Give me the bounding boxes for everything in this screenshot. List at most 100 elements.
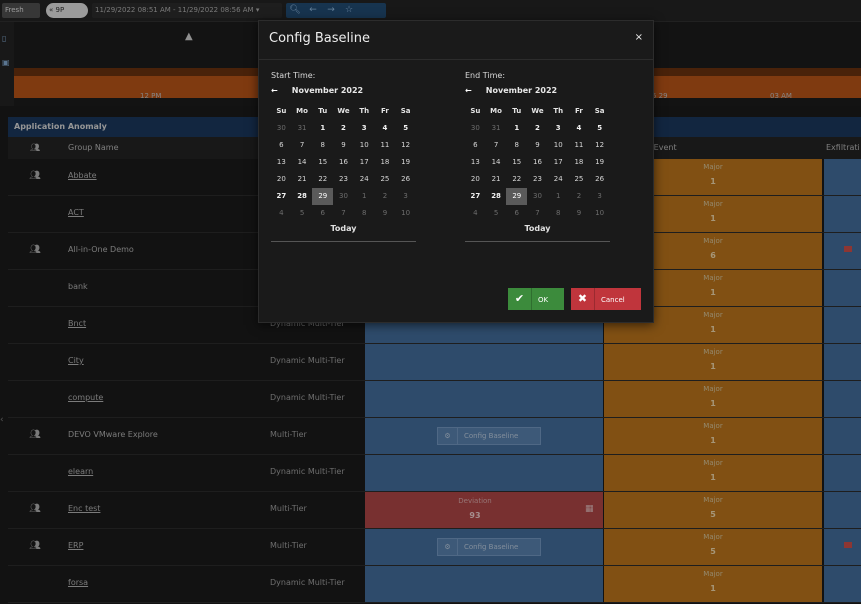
calendar-day[interactable]: 17 xyxy=(548,154,569,171)
month-label[interactable]: November 2022 xyxy=(292,86,363,95)
calendar-day[interactable]: 2 xyxy=(569,188,590,205)
calendar-day[interactable]: 23 xyxy=(333,171,354,188)
calendar-day[interactable]: 6 xyxy=(506,205,527,222)
calendar-day[interactable]: 11 xyxy=(375,137,396,154)
calendar-day[interactable]: 27 xyxy=(465,188,486,205)
calendar-day[interactable]: 1 xyxy=(354,188,375,205)
calendar-day[interactable]: 30 xyxy=(465,120,486,137)
calendar-day[interactable]: 16 xyxy=(333,154,354,171)
calendar-day[interactable]: 20 xyxy=(271,171,292,188)
calendar-day[interactable]: 5 xyxy=(395,120,416,137)
close-icon[interactable]: × xyxy=(635,32,643,43)
calendar-day[interactable]: 14 xyxy=(486,154,507,171)
calendar-day[interactable]: 31 xyxy=(486,120,507,137)
month-nav: ← November 2022 xyxy=(465,86,610,100)
month-label[interactable]: November 2022 xyxy=(486,86,557,95)
calendar-day[interactable]: 13 xyxy=(271,154,292,171)
calendar-day[interactable]: 1 xyxy=(506,120,527,137)
calendar-day[interactable]: 23 xyxy=(527,171,548,188)
weekday-label: Fr xyxy=(575,107,583,115)
calendar-day[interactable]: 12 xyxy=(395,137,416,154)
calendar-day[interactable]: 6 xyxy=(271,137,292,154)
calendar-day[interactable]: 11 xyxy=(569,137,590,154)
today-button[interactable]: Today xyxy=(271,224,416,233)
prev-month-icon[interactable]: ← xyxy=(465,86,483,95)
calendar-day[interactable]: 7 xyxy=(292,137,313,154)
calendar-day[interactable]: 10 xyxy=(589,205,610,222)
calendar-day[interactable]: 25 xyxy=(375,171,396,188)
calendar-day[interactable]: 10 xyxy=(395,205,416,222)
calendar-day[interactable]: 3 xyxy=(354,120,375,137)
checkmark-icon: ✔ xyxy=(508,288,532,310)
calendar-day[interactable]: 8 xyxy=(354,205,375,222)
start-time-label: Start Time: xyxy=(271,71,316,80)
calendar-day[interactable]: 28 xyxy=(292,188,313,205)
calendar-day[interactable]: 30 xyxy=(527,188,548,205)
calendar-day[interactable]: 3 xyxy=(548,120,569,137)
end-time-label: End Time: xyxy=(465,71,506,80)
calendar-day[interactable]: 31 xyxy=(292,120,313,137)
calendar-day[interactable]: 21 xyxy=(486,171,507,188)
calendar-day[interactable]: 27 xyxy=(271,188,292,205)
calendar-day[interactable]: 7 xyxy=(333,205,354,222)
calendar-day[interactable]: 21 xyxy=(292,171,313,188)
calendar-day[interactable]: 15 xyxy=(312,154,333,171)
calendar-day[interactable]: 2 xyxy=(333,120,354,137)
calendar-day[interactable]: 19 xyxy=(395,154,416,171)
calendar-day[interactable]: 7 xyxy=(527,205,548,222)
calendar-day[interactable]: 29 xyxy=(506,188,528,205)
calendar-day[interactable]: 6 xyxy=(312,205,333,222)
ok-button[interactable]: ✔ OK xyxy=(508,288,564,310)
calendar-day[interactable]: 25 xyxy=(569,171,590,188)
calendar-day[interactable]: 4 xyxy=(465,205,486,222)
calendar-day[interactable]: 20 xyxy=(465,171,486,188)
calendar-day[interactable]: 3 xyxy=(395,188,416,205)
calendar-day[interactable]: 4 xyxy=(569,120,590,137)
calendar-day[interactable]: 4 xyxy=(375,120,396,137)
calendar-day[interactable]: 26 xyxy=(395,171,416,188)
calendar-day[interactable]: 14 xyxy=(292,154,313,171)
calendar-day[interactable]: 9 xyxy=(569,205,590,222)
calendar-day[interactable]: 7 xyxy=(486,137,507,154)
calendar-day[interactable]: 9 xyxy=(527,137,548,154)
calendar-day[interactable]: 29 xyxy=(312,188,334,205)
calendar-day[interactable]: 13 xyxy=(465,154,486,171)
calendar-day[interactable]: 9 xyxy=(375,205,396,222)
calendar-day[interactable]: 19 xyxy=(589,154,610,171)
calendar-day[interactable]: 6 xyxy=(465,137,486,154)
calendar-day[interactable]: 17 xyxy=(354,154,375,171)
calendar-day[interactable]: 22 xyxy=(312,171,333,188)
calendar-day[interactable]: 3 xyxy=(589,188,610,205)
calendar-day[interactable]: 4 xyxy=(271,205,292,222)
start-time-picker: Start Time: ← November 2022 Su Mo Tu We Th Fr… xyxy=(271,71,416,242)
calendar-day[interactable]: 5 xyxy=(589,120,610,137)
calendar-day[interactable]: 8 xyxy=(506,137,527,154)
calendar-day[interactable]: 8 xyxy=(548,205,569,222)
cancel-button[interactable]: ✖ Cancel xyxy=(571,288,641,310)
calendar-day[interactable]: 9 xyxy=(333,137,354,154)
calendar-day[interactable]: 5 xyxy=(292,205,313,222)
calendar-day[interactable]: 24 xyxy=(548,171,569,188)
weekday-label: We xyxy=(531,107,544,115)
calendar-day[interactable]: 1 xyxy=(548,188,569,205)
calendar-day[interactable]: 10 xyxy=(548,137,569,154)
calendar-day[interactable]: 12 xyxy=(589,137,610,154)
calendar-day[interactable]: 5 xyxy=(486,205,507,222)
calendar-day[interactable]: 18 xyxy=(569,154,590,171)
calendar-day[interactable]: 30 xyxy=(333,188,354,205)
calendar-day[interactable]: 18 xyxy=(375,154,396,171)
calendar-day[interactable]: 15 xyxy=(506,154,527,171)
calendar-day[interactable]: 30 xyxy=(271,120,292,137)
calendar-day[interactable]: 24 xyxy=(354,171,375,188)
prev-month-icon[interactable]: ← xyxy=(271,86,289,95)
calendar-day[interactable]: 8 xyxy=(312,137,333,154)
calendar-day[interactable]: 10 xyxy=(354,137,375,154)
calendar-day[interactable]: 1 xyxy=(312,120,333,137)
calendar-day[interactable]: 16 xyxy=(527,154,548,171)
calendar-day[interactable]: 26 xyxy=(589,171,610,188)
calendar-day[interactable]: 22 xyxy=(506,171,527,188)
calendar-day[interactable]: 28 xyxy=(486,188,507,205)
calendar-day[interactable]: 2 xyxy=(375,188,396,205)
today-button[interactable]: Today xyxy=(465,224,610,233)
calendar-day[interactable]: 2 xyxy=(527,120,548,137)
